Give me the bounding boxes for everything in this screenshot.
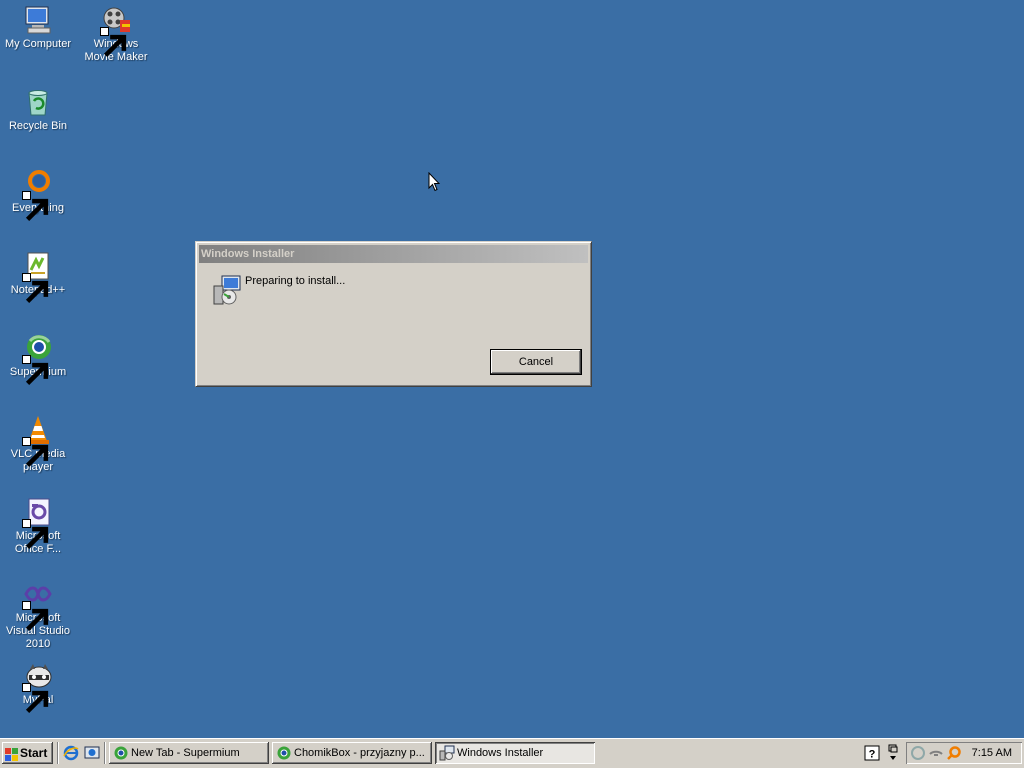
help-icon[interactable]: ?: [864, 745, 880, 761]
taskbar-button-new-tab-supermium[interactable]: New Tab - Supermium: [109, 742, 269, 764]
recycle-bin-icon: [22, 86, 54, 118]
desktop-icon-my-computer[interactable]: My Computer: [0, 2, 78, 51]
shortcut-arrow-icon: [22, 273, 49, 304]
taskbar-button-windows-installer[interactable]: Windows Installer: [435, 742, 595, 764]
tray-app-icon[interactable]: [910, 745, 926, 761]
everything-search-icon: [22, 168, 54, 222]
desktop-icon-vlc-media-player[interactable]: VLC media player: [0, 412, 78, 474]
windows-installer-dialog: Windows Installer Preparing to install..…: [195, 241, 592, 387]
quick-launch-ie-icon[interactable]: [63, 745, 79, 761]
tray-network-icon[interactable]: [928, 745, 944, 761]
desktop: My Computer Windows Movie Maker Recycle …: [0, 0, 1024, 738]
shortcut-arrow-icon: [100, 27, 127, 58]
desktop-icon-recycle-bin[interactable]: Recycle Bin: [0, 84, 78, 133]
taskbar-button-label: Windows Installer: [457, 747, 544, 759]
taskbar-separator: [57, 742, 59, 764]
desktop-icon-supermium[interactable]: Supermium: [0, 330, 78, 386]
desktop-icon-label: Recycle Bin: [8, 120, 68, 132]
windows-flag-icon: [5, 746, 18, 761]
system-tray: 7:15 AM: [906, 742, 1022, 764]
desktop-icon-mypal[interactable]: MyPal: [0, 658, 78, 714]
dialog-title[interactable]: Windows Installer: [199, 245, 588, 263]
taskbar-button-chomikbox[interactable]: ChomikBox - przyjazny p...: [272, 742, 432, 764]
language-switch-icon[interactable]: [887, 743, 899, 763]
desktop-icon-microsoft-office[interactable]: Microsoft Office F...: [0, 494, 78, 556]
start-label: Start: [20, 746, 48, 760]
start-button[interactable]: Start: [2, 742, 53, 764]
taskbar-button-label: ChomikBox - przyjazny p...: [294, 747, 425, 759]
shortcut-arrow-icon: [22, 437, 49, 468]
desktop-icon-label: My Computer: [4, 38, 72, 50]
desktop-icon-visual-studio-2010[interactable]: Microsoft Visual Studio 2010: [0, 576, 78, 651]
everything-search-icon[interactable]: [946, 745, 962, 761]
desktop-icon-everything[interactable]: Everything: [0, 166, 78, 222]
cancel-button[interactable]: Cancel: [490, 349, 582, 375]
svg-text:?: ?: [869, 749, 876, 761]
vlc-cone-icon: [22, 414, 54, 468]
visual-studio-icon: [22, 578, 54, 632]
my-computer-icon: [22, 4, 54, 36]
desktop-icon-notepad-plus-plus[interactable]: Notepad++: [0, 248, 78, 304]
shortcut-arrow-icon: [22, 519, 49, 550]
shortcut-arrow-icon: [22, 601, 49, 632]
installer-icon: [439, 745, 455, 761]
dialog-message: Preparing to install...: [245, 275, 346, 287]
supermium-browser-icon: [113, 745, 129, 761]
shortcut-arrow-icon: [22, 355, 49, 386]
shortcut-arrow-icon: [22, 683, 49, 714]
taskbar-button-label: New Tab - Supermium: [131, 747, 240, 759]
taskbar: Start New Tab - Supermium ChomikBox - pr…: [0, 738, 1024, 768]
taskbar-separator: [104, 742, 106, 764]
desktop-icon-windows-movie-maker[interactable]: Windows Movie Maker: [76, 2, 156, 64]
mypal-raccoon-icon: [22, 660, 54, 714]
clock[interactable]: 7:15 AM: [972, 742, 1012, 764]
shortcut-arrow-icon: [22, 191, 49, 222]
supermium-browser-icon: [22, 332, 54, 386]
quick-launch-desktop-icon[interactable]: [84, 745, 100, 761]
chomikbox-icon: [276, 745, 292, 761]
office-file-icon: [22, 496, 54, 550]
installer-icon: [210, 272, 244, 306]
notepad-plus-plus-icon: [22, 250, 54, 304]
movie-maker-icon: [100, 4, 132, 58]
mouse-cursor-icon: [428, 171, 441, 192]
